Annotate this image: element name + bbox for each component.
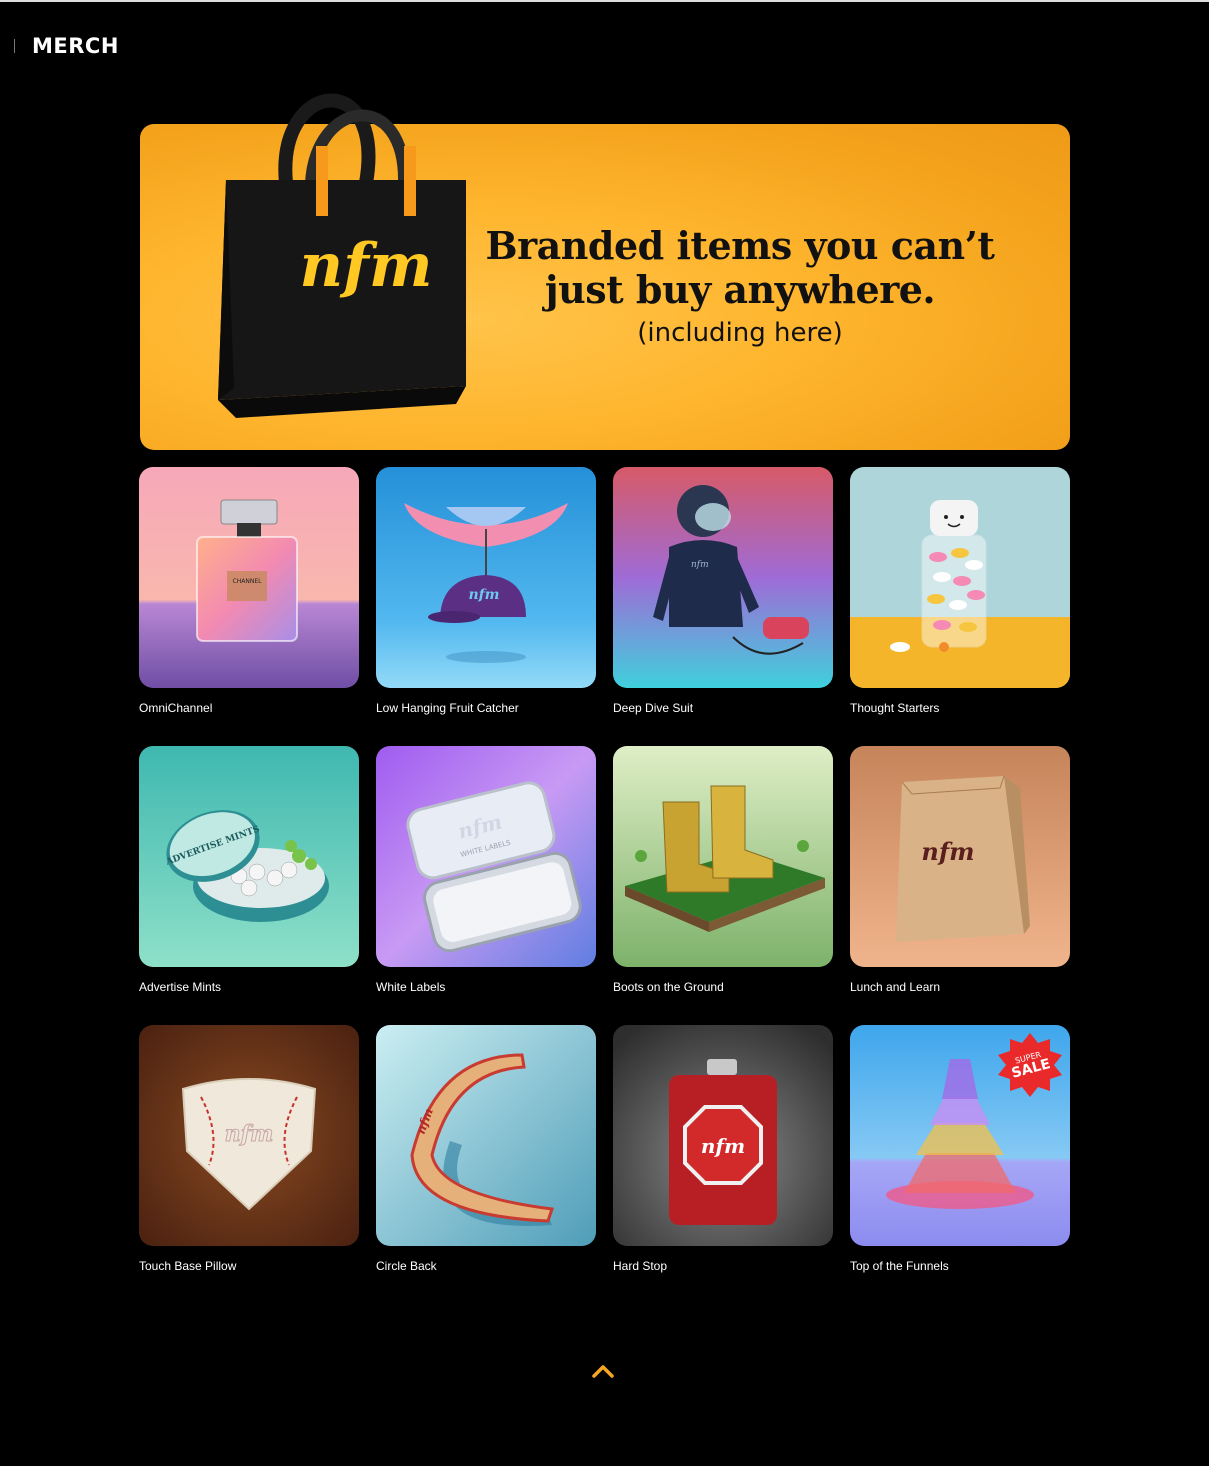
product-image[interactable] [850, 467, 1070, 688]
product-image[interactable]: SUPER SALE [850, 1025, 1070, 1246]
hero-title-line2: just buy anywhere. [544, 267, 936, 312]
shopping-bag-image: nfm [218, 93, 466, 418]
svg-text:nfm: nfm [701, 1134, 745, 1158]
metal-tin-image: nfm WHITE LABELS [376, 746, 596, 967]
product-image[interactable] [613, 746, 833, 967]
product-name[interactable]: Top of the Funnels [850, 1259, 1070, 1273]
product-name[interactable]: Advertise Mints [139, 980, 359, 994]
golden-boots-image [613, 746, 833, 967]
pill-jar-image [850, 467, 1070, 688]
flask-image: nfm [613, 1025, 833, 1246]
svg-text:nfm: nfm [225, 1121, 274, 1147]
product-image[interactable]: nfm [850, 746, 1070, 967]
product-card-omnichannel[interactable]: CHANNEL OmniChannel [139, 467, 359, 715]
product-name[interactable]: Lunch and Learn [850, 980, 1070, 994]
product-image[interactable]: nfm [139, 1025, 359, 1246]
bag-logo: nfm [300, 231, 433, 301]
header: MERCH [14, 34, 119, 58]
product-card-boots-on-the-ground[interactable]: Boots on the Ground [613, 746, 833, 994]
product-card-hard-stop[interactable]: nfm Hard Stop [613, 1025, 833, 1273]
product-card-lunch-and-learn[interactable]: nfm Lunch and Learn [850, 746, 1070, 994]
svg-text:nfm: nfm [921, 837, 974, 866]
product-name[interactable]: Boots on the Ground [613, 980, 833, 994]
product-image[interactable]: nfm [376, 1025, 596, 1246]
paper-bag-image: nfm [850, 746, 1070, 967]
product-image[interactable]: nfm [613, 467, 833, 688]
product-card-top-of-the-funnels[interactable]: SUPER SALE Top of the Funnels [850, 1025, 1070, 1273]
hero-title: Branded items you can’t just buy anywher… [480, 224, 1000, 312]
product-card-white-labels[interactable]: nfm WHITE LABELS White Labels [376, 746, 596, 994]
product-image[interactable]: nfm WHITE LABELS [376, 746, 596, 967]
logo-divider [14, 39, 15, 53]
product-card-low-hanging-fruit-catcher[interactable]: nfm Low Hanging Fruit Catcher [376, 467, 596, 715]
product-image[interactable]: ADVERTISE MINTS [139, 746, 359, 967]
product-name[interactable]: White Labels [376, 980, 596, 994]
product-name[interactable]: Touch Base Pillow [139, 1259, 359, 1273]
svg-text:nfm: nfm [468, 587, 499, 603]
hero-title-line1: Branded items you can’t [485, 223, 995, 268]
product-card-thought-starters[interactable]: Thought Starters [850, 467, 1070, 715]
umbrella-cap-image: nfm [376, 467, 596, 688]
product-card-advertise-mints[interactable]: ADVERTISE MINTS Advertise Mints [139, 746, 359, 994]
funnels-image: SUPER SALE [850, 1025, 1070, 1246]
product-name[interactable]: OmniChannel [139, 701, 359, 715]
product-name[interactable]: Circle Back [376, 1259, 596, 1273]
product-name[interactable]: Low Hanging Fruit Catcher [376, 701, 596, 715]
product-name[interactable]: Deep Dive Suit [613, 701, 833, 715]
chevron-up-icon[interactable] [590, 1360, 616, 1382]
hero-subtitle: (including here) [637, 318, 843, 348]
svg-text:nfm: nfm [691, 560, 709, 570]
product-image[interactable]: nfm [376, 467, 596, 688]
product-card-touch-base-pillow[interactable]: nfm Touch Base Pillow [139, 1025, 359, 1273]
site-logo[interactable]: MERCH [32, 34, 119, 58]
svg-text:CHANNEL: CHANNEL [233, 578, 263, 585]
product-card-circle-back[interactable]: nfm Circle Back [376, 1025, 596, 1273]
baseball-pillow-image: nfm [139, 1025, 359, 1246]
mint-tin-image: ADVERTISE MINTS [139, 746, 359, 967]
perfume-bottle-image: CHANNEL [139, 467, 359, 688]
product-name[interactable]: Thought Starters [850, 701, 1070, 715]
product-name[interactable]: Hard Stop [613, 1259, 833, 1273]
hero-banner: nfm Branded items you can’t just buy any… [140, 93, 1070, 450]
diving-suit-image: nfm [613, 467, 833, 688]
top-divider [0, 0, 1209, 2]
boomerang-image: nfm [376, 1025, 596, 1246]
product-image[interactable]: nfm [613, 1025, 833, 1246]
product-card-deep-dive-suit[interactable]: nfm Deep Dive Suit [613, 467, 833, 715]
product-image[interactable]: CHANNEL [139, 467, 359, 688]
